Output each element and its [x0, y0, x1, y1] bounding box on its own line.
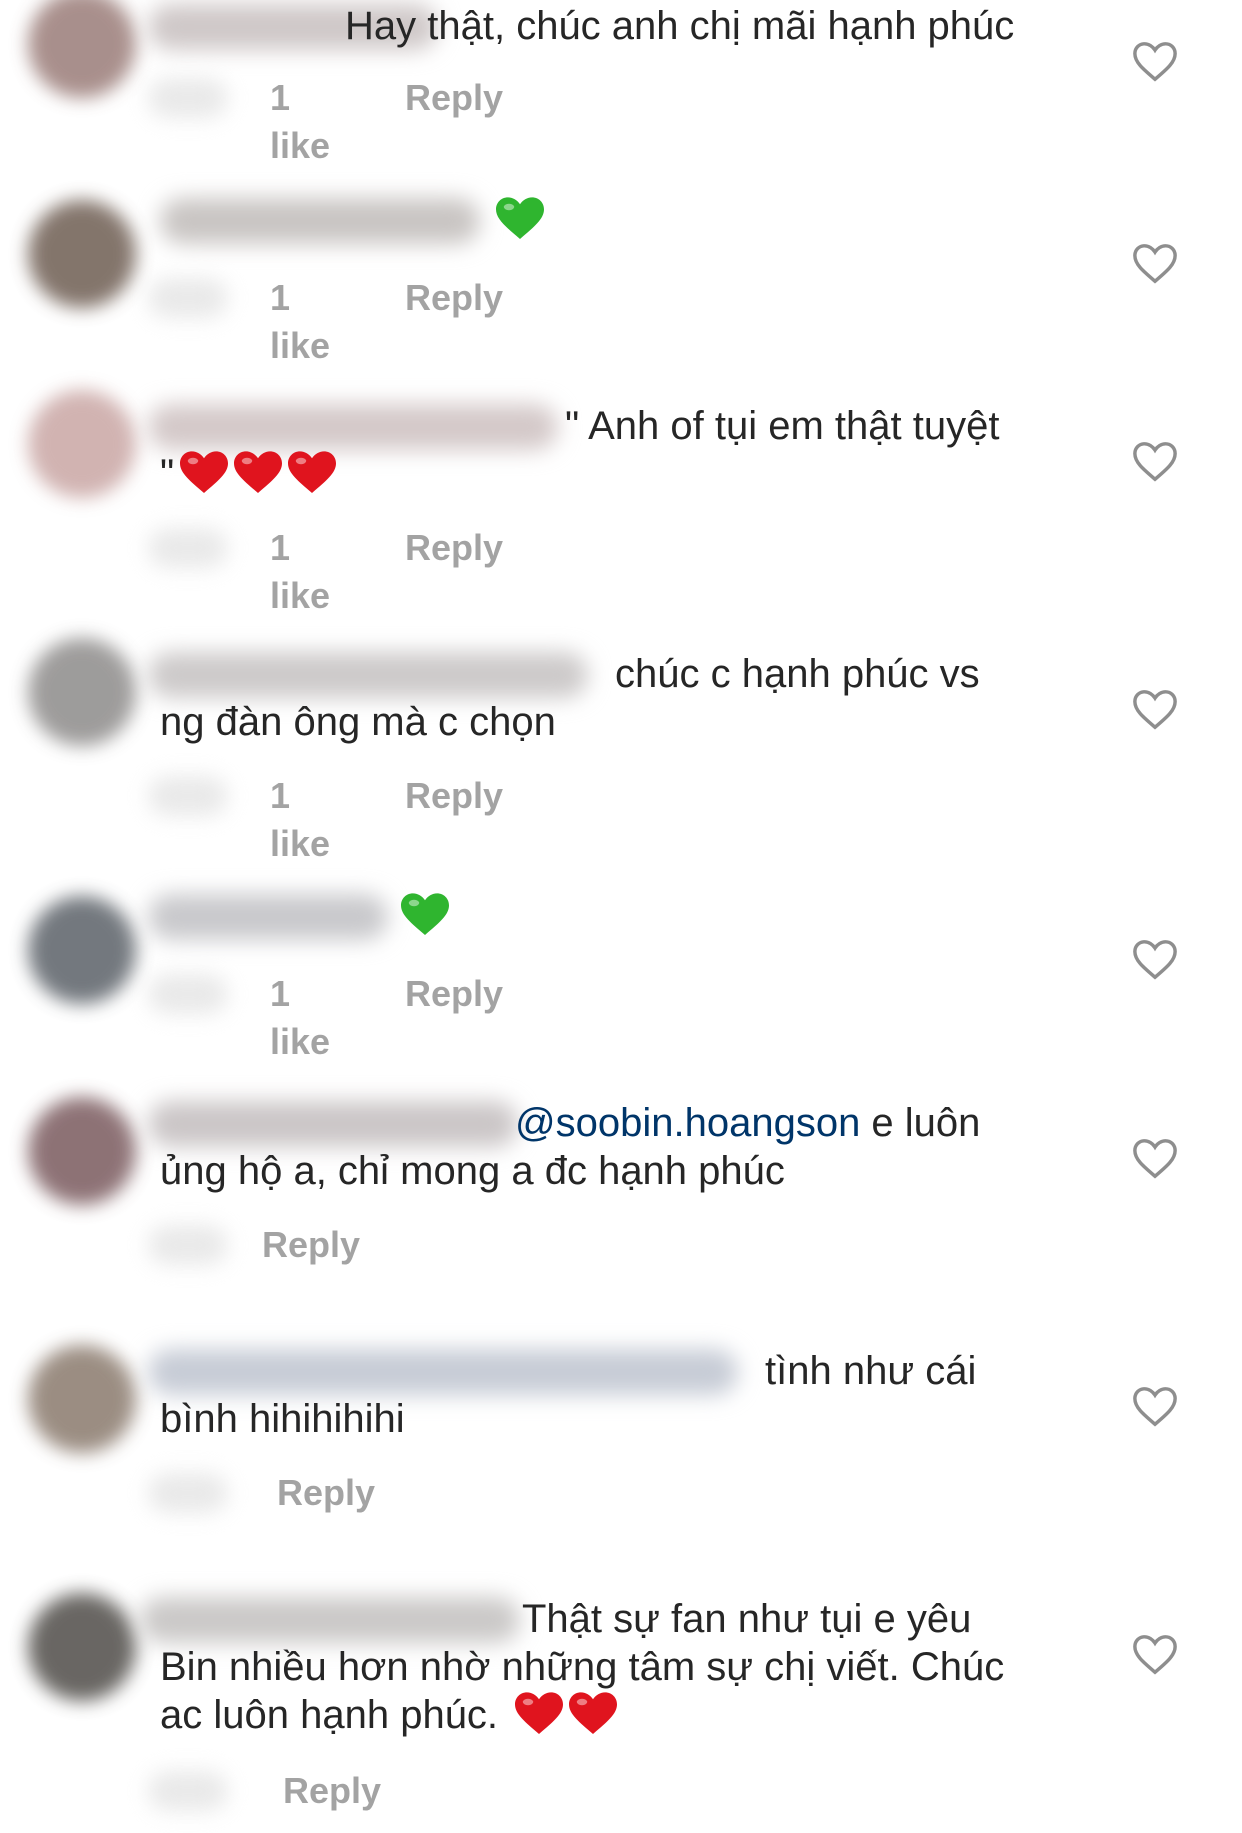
heart-outline-icon[interactable] — [1132, 1633, 1178, 1677]
reply-button[interactable]: Reply — [405, 970, 503, 1018]
timestamp-blurred — [148, 1473, 228, 1513]
avatar[interactable] — [28, 390, 136, 498]
comment-text — [160, 892, 1080, 940]
like-count[interactable]: 1 like — [270, 74, 330, 170]
reply-button[interactable]: Reply — [262, 1221, 360, 1269]
heart-outline-icon[interactable] — [1132, 1385, 1178, 1429]
comment-text: chúc c hạnh phúc vs ng đàn ông mà c chọn — [160, 650, 1080, 746]
comment-text: Thật sự fan như tụi e yêu Bin nhiều hơn … — [160, 1595, 1080, 1739]
comment-item: tình như cái bình hihihihihi Reply — [0, 1345, 1242, 1585]
comment-item: chúc c hạnh phúc vs ng đàn ông mà c chọn… — [0, 638, 1242, 888]
red-heart-emoji — [569, 1692, 618, 1736]
reply-button[interactable]: Reply — [405, 772, 503, 820]
timestamp-blurred — [148, 776, 228, 816]
comment-text: tình như cái bình hihihihihi — [160, 1347, 1080, 1443]
comment-text: " Anh of tụi em thật tuyệt " — [160, 402, 1080, 498]
like-count[interactable]: 1 like — [270, 524, 330, 620]
avatar[interactable] — [28, 638, 136, 746]
comment-item: " Anh of tụi em thật tuyệt " 1 like Reply — [0, 390, 1242, 640]
heart-outline-icon[interactable] — [1132, 688, 1178, 732]
timestamp-blurred — [148, 78, 228, 118]
comment-body: Hay thật, chúc anh chị mãi hạnh phúc — [345, 4, 1015, 48]
avatar[interactable] — [28, 1097, 136, 1205]
mention-link[interactable]: @soobin.hoangson — [515, 1101, 860, 1145]
comment-body: chúc c hạnh phúc vs ng đàn ông mà c chọn — [160, 652, 980, 744]
red-heart-emoji — [515, 1692, 564, 1736]
comment-body: " Anh of tụi em thật tuyệt " — [160, 404, 1000, 496]
timestamp-blurred — [148, 528, 228, 568]
red-heart-emoji — [234, 451, 283, 495]
avatar[interactable] — [28, 896, 136, 1004]
green-heart-emoji — [401, 893, 449, 937]
comment-text: Hay thật, chúc anh chị mãi hạnh phúc — [160, 2, 1080, 50]
timestamp-blurred — [148, 1771, 228, 1811]
comment-body: tình như cái bình hihihihihi — [160, 1349, 977, 1441]
reply-button[interactable]: Reply — [277, 1469, 375, 1517]
green-heart-emoji — [496, 197, 544, 241]
red-heart-emoji — [288, 451, 337, 495]
heart-outline-icon[interactable] — [1132, 1137, 1178, 1181]
like-count[interactable]: 1 like — [270, 274, 330, 370]
avatar[interactable] — [28, 0, 136, 98]
like-count[interactable]: 1 like — [270, 772, 330, 868]
red-heart-emoji — [180, 451, 229, 495]
heart-outline-icon[interactable] — [1132, 242, 1178, 286]
comment-text — [160, 196, 1080, 244]
heart-outline-icon[interactable] — [1132, 938, 1178, 982]
timestamp-blurred — [148, 974, 228, 1014]
timestamp-blurred — [148, 1225, 228, 1265]
reply-button[interactable]: Reply — [405, 74, 503, 122]
heart-outline-icon[interactable] — [1132, 40, 1178, 84]
timestamp-blurred — [148, 278, 228, 318]
avatar[interactable] — [28, 1345, 136, 1453]
comment-text: @soobin.hoangson e luôn ủng hộ a, chỉ mo… — [160, 1099, 1080, 1195]
like-count[interactable]: 1 like — [270, 970, 330, 1066]
avatar[interactable] — [28, 200, 136, 308]
heart-outline-icon[interactable] — [1132, 440, 1178, 484]
reply-button[interactable]: Reply — [405, 524, 503, 572]
comment-item: @soobin.hoangson e luôn ủng hộ a, chỉ mo… — [0, 1097, 1242, 1337]
reply-button[interactable]: Reply — [283, 1767, 381, 1815]
avatar[interactable] — [28, 1593, 136, 1701]
comment-item: Thật sự fan như tụi e yêu Bin nhiều hơn … — [0, 1593, 1242, 1833]
reply-button[interactable]: Reply — [405, 274, 503, 322]
